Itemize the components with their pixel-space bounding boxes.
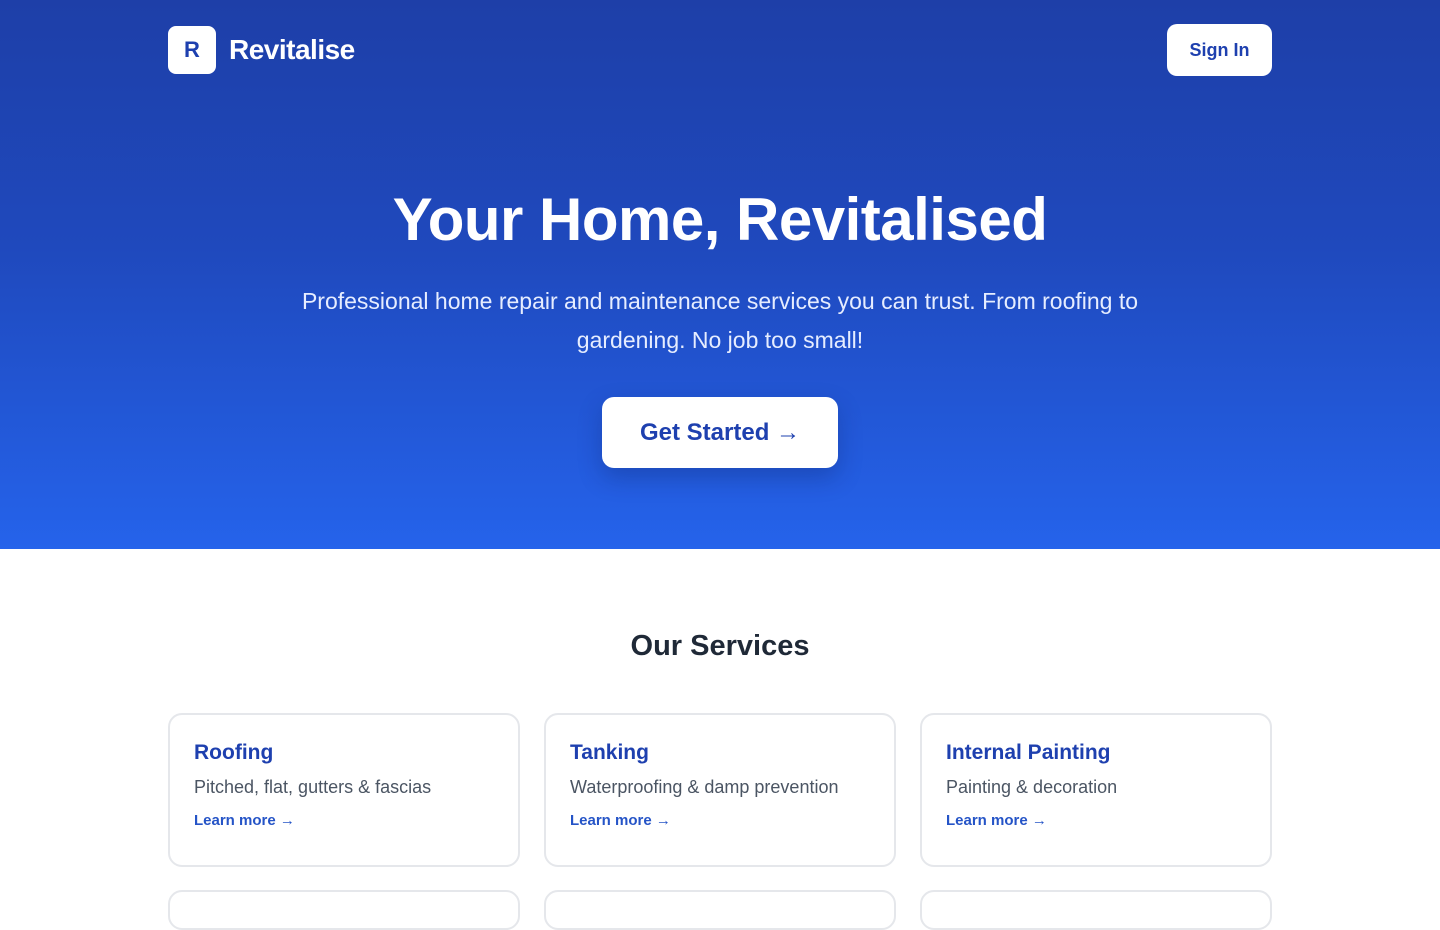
- learn-more-link[interactable]: Learn more →: [570, 812, 671, 829]
- hero-subtitle: Professional home repair and maintenance…: [301, 288, 1139, 353]
- service-card-partial[interactable]: [544, 890, 896, 930]
- learn-more-link[interactable]: Learn more →: [946, 812, 1047, 829]
- service-card-partial[interactable]: [168, 890, 520, 930]
- service-card-roofing[interactable]: Roofing Pitched, flat, gutters & fascias…: [168, 713, 520, 867]
- service-card-description: Waterproofing & damp prevention: [570, 777, 839, 797]
- sign-in-button[interactable]: Sign In: [1167, 24, 1272, 76]
- get-started-button[interactable]: Get Started →: [602, 397, 838, 468]
- service-card-partial[interactable]: [920, 890, 1272, 930]
- logo-icon: R: [168, 26, 216, 74]
- hero-title: Your Home, Revitalised: [392, 186, 1048, 253]
- service-card-title: Roofing: [194, 741, 274, 764]
- service-card-title: Tanking: [570, 741, 649, 764]
- service-card-internal-painting[interactable]: Internal Painting Painting & decoration …: [920, 713, 1272, 867]
- service-card-title: Internal Painting: [946, 741, 1111, 764]
- service-card-tanking[interactable]: Tanking Waterproofing & damp prevention …: [544, 713, 896, 867]
- hero-section: R Revitalise Sign In Your Home, Revitali…: [0, 0, 1440, 549]
- brand[interactable]: R Revitalise: [168, 26, 355, 74]
- services-heading: Our Services: [630, 630, 810, 662]
- top-navigation: R Revitalise Sign In: [168, 24, 1272, 76]
- service-card-description: Pitched, flat, gutters & fascias: [194, 777, 432, 797]
- learn-more-link[interactable]: Learn more →: [194, 812, 295, 829]
- service-card-description: Painting & decoration: [946, 777, 1118, 797]
- brand-name: Revitalise: [229, 34, 355, 65]
